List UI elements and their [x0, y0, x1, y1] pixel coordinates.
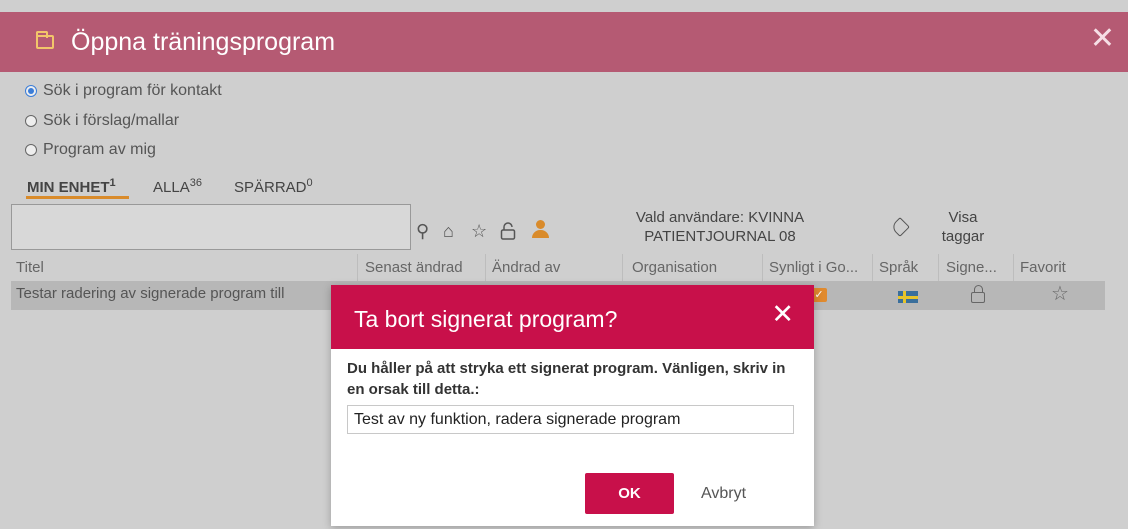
lock-icon [971, 285, 985, 303]
radio-label: Sök i förslag/mallar [43, 112, 180, 129]
home-icon[interactable]: ⌂ [443, 222, 454, 240]
column-separator [357, 254, 358, 282]
tab-count: 36 [189, 177, 202, 189]
column-separator [762, 254, 763, 282]
dialog-title: Ta bort signerat program? [354, 306, 618, 332]
open-program-window: Öppna träningsprogram ✕ Sök i program fö… [0, 0, 1128, 529]
column-header-organisation[interactable]: Organisation [632, 257, 717, 281]
window-title: Öppna träningsprogram [71, 28, 336, 56]
search-icon[interactable]: ⚲ [416, 222, 429, 240]
column-separator [938, 254, 939, 282]
radio-button[interactable] [25, 144, 37, 156]
reason-input[interactable] [347, 405, 794, 434]
column-header-favorite[interactable]: Favorit [1020, 257, 1066, 281]
tab-alla[interactable]: ALLA36 [153, 177, 202, 196]
delete-signed-program-dialog: Ta bort signerat program? ✕ Du håller på… [331, 285, 814, 526]
close-icon[interactable]: ✕ [1090, 24, 1115, 54]
dialog-message: Du håller på att stryka ett signerat pro… [347, 360, 786, 398]
selected-user-line1: Vald användare: KVINNA [635, 209, 805, 226]
window-titlebar: Öppna träningsprogram ✕ [0, 12, 1128, 72]
swedish-flag-icon [898, 291, 918, 303]
folder-icon [36, 31, 54, 49]
dialog-header: Ta bort signerat program? ✕ [331, 285, 814, 349]
user-icon[interactable] [532, 220, 549, 238]
selected-user-label: Vald användare: KVINNA PATIENTJOURNAL 08 [620, 208, 820, 246]
favorite-star-icon[interactable]: ☆ [1051, 284, 1069, 304]
radio-label: Sök i program för kontakt [43, 82, 222, 99]
tag-icon[interactable] [890, 217, 910, 237]
tab-sparrad[interactable]: SPÄRRAD0 [234, 177, 313, 196]
column-header-changed-by[interactable]: Ändrad av [492, 257, 560, 281]
column-separator [485, 254, 486, 282]
column-header-signed[interactable]: Signe... [946, 257, 997, 281]
show-tags-line2: taggar [941, 228, 985, 245]
tab-min-enhet[interactable]: MIN ENHET1 [27, 177, 116, 196]
tab-label: MIN ENHET [27, 179, 110, 196]
active-tab-indicator [26, 196, 129, 199]
star-icon[interactable]: ☆ [471, 222, 487, 240]
column-header-language[interactable]: Språk [879, 257, 918, 281]
radio-search-templates[interactable]: Sök i förslag/mallar [25, 112, 179, 130]
radio-button-checked[interactable] [25, 85, 37, 97]
close-icon[interactable]: ✕ [771, 301, 794, 328]
ok-button[interactable]: OK [585, 473, 674, 514]
tab-count: 1 [109, 177, 116, 189]
show-tags-button[interactable]: Visa taggar [936, 208, 990, 246]
radio-label: Program av mig [43, 141, 156, 158]
column-header-last-changed[interactable]: Senast ändrad [365, 257, 463, 281]
column-separator [872, 254, 873, 282]
tab-count: 0 [306, 177, 313, 189]
column-header-visible[interactable]: Synligt i Go... [769, 257, 858, 281]
tab-label: ALLA [153, 179, 190, 196]
radio-button[interactable] [25, 115, 37, 127]
radio-my-programs[interactable]: Program av mig [25, 141, 156, 159]
show-tags-line1: Visa [948, 209, 978, 226]
column-separator [622, 254, 623, 282]
column-separator [1013, 254, 1014, 282]
row-title-cell[interactable]: Testar radering av signerade program til… [16, 285, 284, 302]
column-header-title[interactable]: Titel [16, 257, 44, 281]
tab-label: SPÄRRAD [234, 179, 307, 196]
radio-search-contact[interactable]: Sök i program för kontakt [25, 82, 222, 100]
search-input[interactable] [11, 204, 411, 250]
unlock-icon[interactable] [500, 222, 516, 243]
selected-user-line2: PATIENTJOURNAL 08 [644, 228, 796, 245]
cancel-button[interactable]: Avbryt [701, 473, 761, 514]
